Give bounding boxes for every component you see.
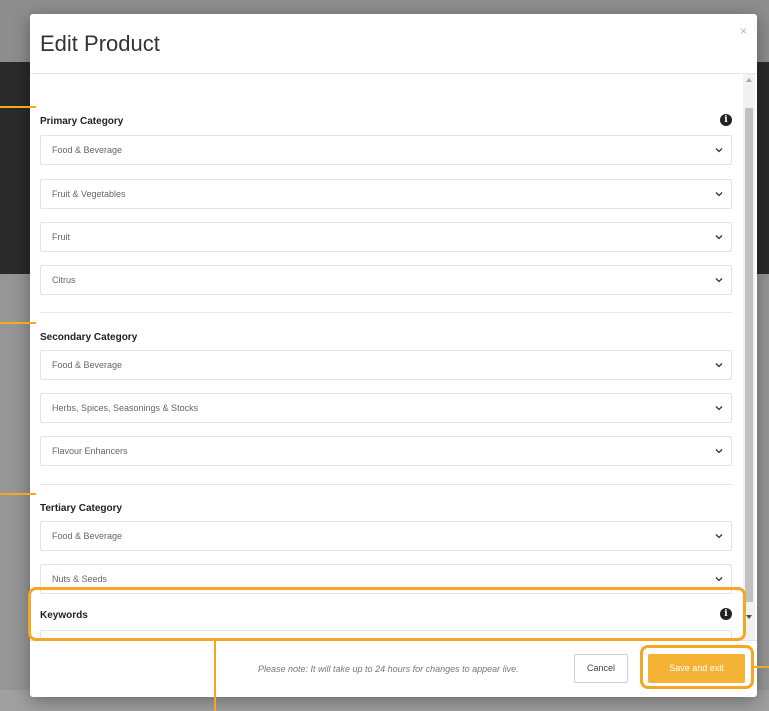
select-value: Nuts & Seeds bbox=[52, 574, 108, 584]
scroll-down-arrow-icon[interactable] bbox=[746, 615, 752, 619]
chevron-down-icon bbox=[715, 235, 723, 240]
callout-line-save bbox=[754, 666, 769, 668]
close-button[interactable]: × bbox=[740, 24, 747, 38]
primary-category-select-3[interactable]: Fruit bbox=[40, 222, 732, 252]
chevron-down-icon bbox=[715, 577, 723, 582]
select-value: Herbs, Spices, Seasonings & Stocks bbox=[52, 403, 199, 413]
update-delay-note: Please note: It will take up to 24 hours… bbox=[258, 664, 519, 674]
tertiary-category-label: Tertiary Category bbox=[40, 503, 123, 514]
keywords-highlight-box bbox=[28, 587, 746, 641]
chevron-down-icon bbox=[715, 192, 723, 197]
secondary-category-label: Secondary Category bbox=[40, 332, 138, 343]
primary-category-info-icon[interactable]: i bbox=[720, 114, 732, 126]
secondary-category-select-3[interactable]: Flavour Enhancers bbox=[40, 436, 732, 466]
select-value: Food & Beverage bbox=[52, 145, 123, 155]
cancel-button[interactable]: Cancel bbox=[574, 654, 628, 683]
select-value: Fruit & Vegetables bbox=[52, 189, 126, 199]
primary-category-label: Primary Category bbox=[40, 116, 124, 127]
select-value: Citrus bbox=[52, 275, 76, 285]
select-value: Fruit bbox=[52, 232, 70, 242]
modal-header: Edit Product × bbox=[30, 14, 757, 74]
chevron-down-icon bbox=[715, 534, 723, 539]
chevron-down-icon bbox=[715, 363, 723, 368]
callout-line-secondary bbox=[0, 322, 36, 324]
tertiary-category-select-1[interactable]: Food & Beverage bbox=[40, 521, 732, 551]
save-button-highlight-box bbox=[640, 645, 754, 689]
secondary-category-select-2[interactable]: Herbs, Spices, Seasonings & Stocks bbox=[40, 393, 732, 423]
modal-body: Primary Category i Food & Beverage Fruit… bbox=[30, 74, 757, 640]
primary-category-select-4[interactable]: Citrus bbox=[40, 265, 732, 295]
callout-line-tertiary bbox=[0, 493, 36, 495]
callout-line-primary bbox=[0, 106, 36, 108]
section-divider bbox=[40, 312, 732, 313]
scroll-thumb[interactable] bbox=[745, 108, 753, 602]
primary-category-select-2[interactable]: Fruit & Vegetables bbox=[40, 179, 732, 209]
modal-scrollbar[interactable] bbox=[743, 74, 755, 640]
chevron-down-icon bbox=[715, 406, 723, 411]
secondary-category-select-1[interactable]: Food & Beverage bbox=[40, 350, 732, 380]
section-divider bbox=[40, 484, 732, 485]
callout-line-keywords bbox=[214, 641, 216, 711]
modal-title: Edit Product bbox=[40, 31, 160, 56]
primary-category-select-1[interactable]: Food & Beverage bbox=[40, 135, 732, 165]
select-value: Flavour Enhancers bbox=[52, 446, 128, 456]
select-value: Food & Beverage bbox=[52, 360, 123, 370]
chevron-down-icon bbox=[715, 148, 723, 153]
select-value: Food & Beverage bbox=[52, 531, 123, 541]
chevron-down-icon bbox=[715, 278, 723, 283]
chevron-down-icon bbox=[715, 449, 723, 454]
scroll-up-arrow-icon[interactable] bbox=[746, 78, 752, 82]
